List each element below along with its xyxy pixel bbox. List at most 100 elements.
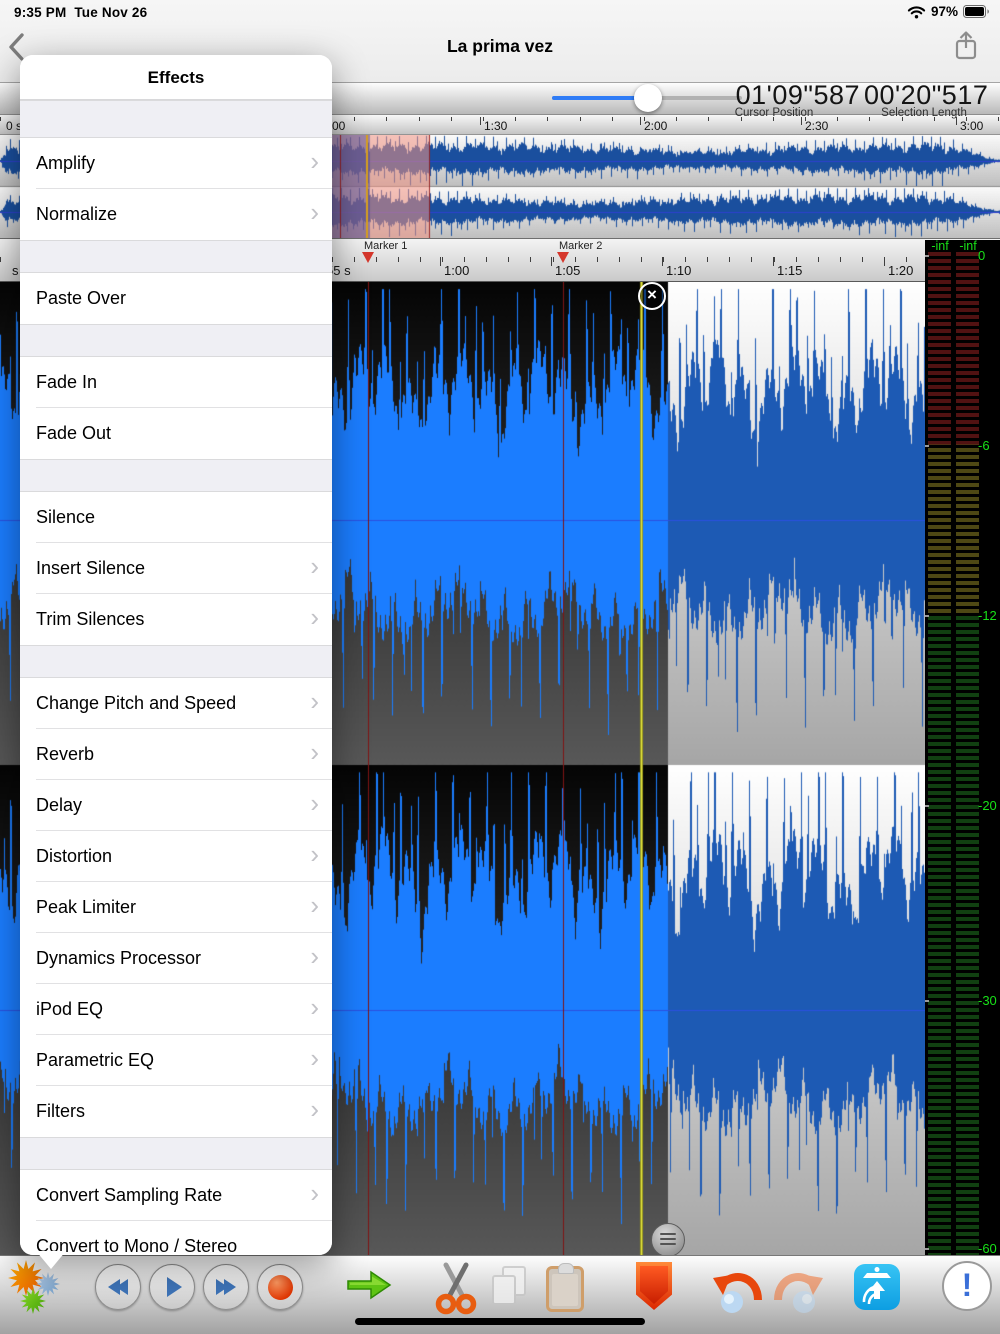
menu-item-fade-out[interactable]: Fade Out bbox=[20, 408, 332, 459]
menu-item-distortion[interactable]: Distortion› bbox=[20, 831, 332, 882]
ruler-label: 1:30 bbox=[484, 119, 507, 133]
home-indicator[interactable] bbox=[355, 1318, 645, 1325]
share-icon bbox=[952, 30, 980, 62]
ruler-minor-tick bbox=[354, 257, 355, 262]
paste-button[interactable] bbox=[546, 1266, 584, 1312]
meter-scale-12: -12 bbox=[978, 608, 997, 623]
close-selection-button[interactable]: × bbox=[638, 282, 666, 310]
share-button[interactable] bbox=[952, 30, 982, 64]
menu-section-gap bbox=[20, 240, 332, 273]
ruler-minor-tick bbox=[619, 257, 620, 262]
chevron-right-icon: › bbox=[310, 882, 319, 929]
selection-length-label: Selection Length bbox=[858, 107, 990, 119]
ruler-major-tick bbox=[440, 257, 441, 266]
ruler-minor-tick bbox=[464, 257, 465, 262]
popover-arrow bbox=[36, 1251, 66, 1269]
menu-item-trim-silences[interactable]: Trim Silences› bbox=[20, 594, 332, 645]
status-indicators: 97% bbox=[907, 4, 990, 19]
menu-item-label: Trim Silences bbox=[36, 594, 144, 645]
ruler-minor-tick bbox=[515, 117, 516, 121]
ruler-minor-tick bbox=[580, 117, 581, 121]
ruler-minor-tick bbox=[386, 117, 387, 121]
ruler-minor-tick bbox=[685, 257, 686, 262]
menu-item-change-pitch-and-speed[interactable]: Change Pitch and Speed› bbox=[20, 678, 332, 729]
ruler-label: 1:15 bbox=[777, 263, 802, 278]
ruler-label: 1:10 bbox=[666, 263, 691, 278]
chevron-right-icon: › bbox=[310, 189, 319, 236]
alert-button[interactable]: ! bbox=[942, 1261, 992, 1311]
menu-item-label: Insert Silence bbox=[36, 543, 145, 594]
ruler-major-tick bbox=[884, 257, 885, 266]
ruler-minor-tick bbox=[354, 117, 355, 121]
meter-tick bbox=[925, 1248, 929, 1250]
zoom-slider-thumb[interactable] bbox=[634, 84, 662, 112]
add-marker-button[interactable] bbox=[636, 1262, 672, 1310]
ruler-label: 1:00 bbox=[444, 263, 469, 278]
menu-item-label: Dynamics Processor bbox=[36, 933, 201, 984]
chevron-right-icon: › bbox=[310, 543, 319, 590]
menu-item-peak-limiter[interactable]: Peak Limiter› bbox=[20, 882, 332, 933]
ruler-minor-tick bbox=[663, 257, 664, 262]
menu-item-dynamics-processor[interactable]: Dynamics Processor› bbox=[20, 933, 332, 984]
ruler-minor-tick bbox=[707, 257, 708, 262]
menu-item-filters[interactable]: Filters› bbox=[20, 1086, 332, 1137]
menu-item-label: Convert to Mono / Stereo bbox=[36, 1221, 237, 1255]
marker-label-1: Marker 1 bbox=[364, 240, 407, 252]
menu-item-convert-sampling-rate[interactable]: Convert Sampling Rate› bbox=[20, 1170, 332, 1221]
ruler-minor-tick bbox=[998, 117, 999, 121]
marker-pin-1[interactable] bbox=[362, 252, 374, 263]
ruler-minor-tick bbox=[553, 257, 554, 262]
chevron-right-icon: › bbox=[310, 780, 319, 827]
menu-item-label: Fade Out bbox=[36, 408, 111, 459]
menu-item-label: Filters bbox=[36, 1086, 85, 1137]
effects-popover-panel: Effects Amplify›Normalize› Paste Over Fade… bbox=[20, 55, 332, 1255]
ruler-label: 2:00 bbox=[644, 119, 667, 133]
menu-item-paste-over[interactable]: Paste Over bbox=[20, 273, 332, 324]
meter-tick bbox=[925, 445, 929, 447]
rewind-icon-2 bbox=[116, 1279, 128, 1295]
ruler-minor-tick bbox=[420, 257, 421, 262]
menu-item-insert-silence[interactable]: Insert Silence › bbox=[20, 543, 332, 594]
menu-item-convert-to-mono-stereo[interactable]: Convert to Mono / Stereo bbox=[20, 1221, 332, 1255]
menu-item-reverb[interactable]: Reverb› bbox=[20, 729, 332, 780]
ruler-minor-tick bbox=[840, 257, 841, 262]
menu-item-delay[interactable]: Delay› bbox=[20, 780, 332, 831]
ruler-minor-tick bbox=[575, 257, 576, 262]
selection-drag-handle[interactable] bbox=[651, 1223, 685, 1255]
play-icon bbox=[167, 1277, 182, 1297]
ruler-label: s bbox=[12, 263, 19, 278]
menu-item-ipod-eq[interactable]: iPod EQ› bbox=[20, 984, 332, 1035]
menu-item-normalize[interactable]: Normalize› bbox=[20, 189, 332, 240]
effects-popover: Effects Amplify›Normalize› Paste Over Fade… bbox=[20, 55, 332, 1275]
jump-arrow-button[interactable] bbox=[346, 1268, 392, 1307]
chevron-right-icon: › bbox=[310, 1035, 319, 1082]
menu-item-parametric-eq[interactable]: Parametric EQ› bbox=[20, 1035, 332, 1086]
menu-item-fade-in[interactable]: Fade In bbox=[20, 357, 332, 408]
status-clock: 9:35 PM Tue Nov 26 bbox=[14, 5, 147, 20]
menu-item-amplify[interactable]: Amplify› bbox=[20, 138, 332, 189]
ruler-major-tick bbox=[551, 257, 552, 266]
effects-popover-header: Effects bbox=[20, 55, 332, 100]
meter-scale-60: -60 bbox=[978, 1241, 997, 1256]
cursor-position-label: Cursor Position bbox=[688, 107, 860, 119]
ruler-label: 1:20 bbox=[888, 263, 913, 278]
menu-item-label: Silence bbox=[36, 492, 95, 543]
ruler-label: 3:00 bbox=[960, 119, 983, 133]
marker-pin-2[interactable] bbox=[557, 252, 569, 263]
redo-button[interactable] bbox=[770, 1262, 826, 1323]
ruler-minor-tick bbox=[419, 117, 420, 121]
ruler-minor-tick bbox=[451, 117, 452, 121]
menu-item-label: Change Pitch and Speed bbox=[36, 678, 236, 729]
chevron-right-icon: › bbox=[310, 984, 319, 1031]
effects-star-green-icon bbox=[20, 1288, 46, 1314]
send-button[interactable] bbox=[854, 1264, 900, 1310]
menu-item-label: Reverb bbox=[36, 729, 94, 780]
effects-menu-list: Amplify›Normalize› Paste Over Fade InFade … bbox=[20, 100, 332, 1255]
menu-item-silence[interactable]: Silence bbox=[20, 492, 332, 543]
copy-button[interactable] bbox=[490, 1266, 532, 1310]
undo-button[interactable] bbox=[710, 1262, 766, 1323]
ruler-minor-tick bbox=[508, 257, 509, 262]
cut-button[interactable] bbox=[434, 1262, 478, 1321]
copy-page-front-icon bbox=[492, 1275, 516, 1305]
meter-tick bbox=[925, 1000, 929, 1002]
